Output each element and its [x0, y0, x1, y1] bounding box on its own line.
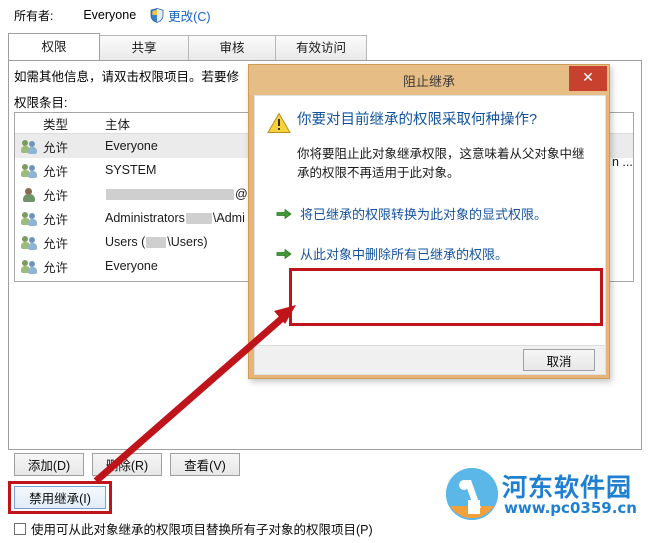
column-header-type: 类型	[43, 117, 69, 132]
clipped-cell-text: n ...	[612, 155, 633, 169]
owner-label: 所有者:	[14, 8, 54, 23]
green-arrow-icon	[276, 245, 300, 265]
row-type: 允许	[43, 140, 69, 155]
cancel-button[interactable]: 取消	[523, 349, 595, 371]
option-remove-inherited[interactable]: 从此对象中删除所有已继承的权限。	[265, 235, 595, 275]
disable-inheritance-button[interactable]: 禁用继承(I)	[14, 486, 106, 509]
row-type: 允许	[43, 236, 69, 251]
user-icon	[15, 187, 43, 202]
tab-strip: 权限 共享 审核 有效访问	[8, 33, 642, 60]
dialog-options: 将已继承的权限转换为此对象的显式权限。 从此对象中删除所有已继承的权限。	[265, 195, 595, 275]
row-subject-suffix: \Users)	[167, 235, 208, 249]
permissions-window: 所有者: Everyone 更改(C) 权限 共享 审核 有效访问 如需其他信息…	[0, 0, 650, 543]
dialog-title-bar: 阻止继承 ✕	[249, 65, 609, 95]
watermark-url: www.pc0359.cn	[504, 499, 637, 517]
permission-entries-label: 权限条目:	[14, 96, 68, 110]
option-convert-inherited-label: 将已继承的权限转换为此对象的显式权限。	[300, 207, 548, 222]
option-convert-inherited[interactable]: 将已继承的权限转换为此对象的显式权限。	[265, 195, 595, 235]
owner-value: Everyone	[83, 8, 137, 22]
redacted-text	[106, 189, 234, 201]
dialog-body: 你要对目前继承的权限采取何种操作? 你将要阻止此对象继承权限，这意味着从父对象中…	[254, 95, 606, 345]
shield-icon	[150, 7, 164, 23]
group-icon	[15, 139, 43, 154]
view-button[interactable]: 查看(V)	[170, 453, 240, 476]
replace-child-permissions-row[interactable]: 使用可从此对象继承的权限项目替换所有子对象的权限项目(P)	[14, 519, 373, 538]
site-logo-icon	[446, 468, 498, 520]
replace-child-permissions-label: 使用可从此对象继承的权限项目替换所有子对象的权限项目(P)	[31, 523, 373, 537]
dialog-heading: 你要对目前继承的权限采取何种操作?	[297, 112, 538, 128]
row-type: 允许	[43, 260, 69, 275]
warning-icon	[267, 110, 297, 137]
tab-permissions[interactable]: 权限	[8, 33, 100, 60]
owner-row: 所有者: Everyone 更改(C)	[0, 0, 650, 30]
close-icon[interactable]: ✕	[569, 66, 607, 91]
dialog-footer: 取消	[254, 345, 606, 375]
redacted-text	[185, 213, 212, 225]
row-type: 允许	[43, 188, 69, 203]
redacted-text	[146, 237, 167, 249]
tab-effective-access[interactable]: 有效访问	[275, 35, 367, 60]
group-icon	[15, 211, 43, 226]
group-icon	[15, 259, 43, 274]
row-type: 允许	[43, 212, 69, 227]
watermark: 河东软件园 www.pc0359.cn	[444, 466, 644, 524]
row-type: 允许	[43, 164, 69, 179]
block-inheritance-dialog: 阻止继承 ✕ 你要对目前继承的权限采取何种操作? 你将要阻止此对象继承权限，这意…	[248, 64, 610, 379]
dialog-heading-row: 你要对目前继承的权限采取何种操作?	[255, 96, 605, 137]
tab-sharing[interactable]: 共享	[99, 35, 189, 60]
option-remove-inherited-label: 从此对象中删除所有已继承的权限。	[300, 247, 509, 262]
green-arrow-icon	[276, 205, 300, 225]
row-subject-text: Users (	[105, 235, 146, 249]
group-icon	[15, 163, 43, 178]
group-icon	[15, 235, 43, 250]
tab-audit[interactable]: 审核	[188, 35, 276, 60]
replace-child-permissions-checkbox[interactable]	[14, 522, 26, 535]
row-subject-suffix: \Admi	[212, 211, 245, 225]
dialog-description: 你将要阻止此对象继承权限，这意味着从父对象中继承的权限不再适用于此对象。	[297, 147, 585, 180]
remove-button[interactable]: 删除(R)	[92, 453, 162, 476]
add-button[interactable]: 添加(D)	[14, 453, 84, 476]
dialog-title: 阻止继承	[402, 73, 455, 89]
change-owner-link[interactable]: 更改(C)	[168, 6, 210, 25]
row-subject-text: Administrators	[105, 211, 185, 225]
